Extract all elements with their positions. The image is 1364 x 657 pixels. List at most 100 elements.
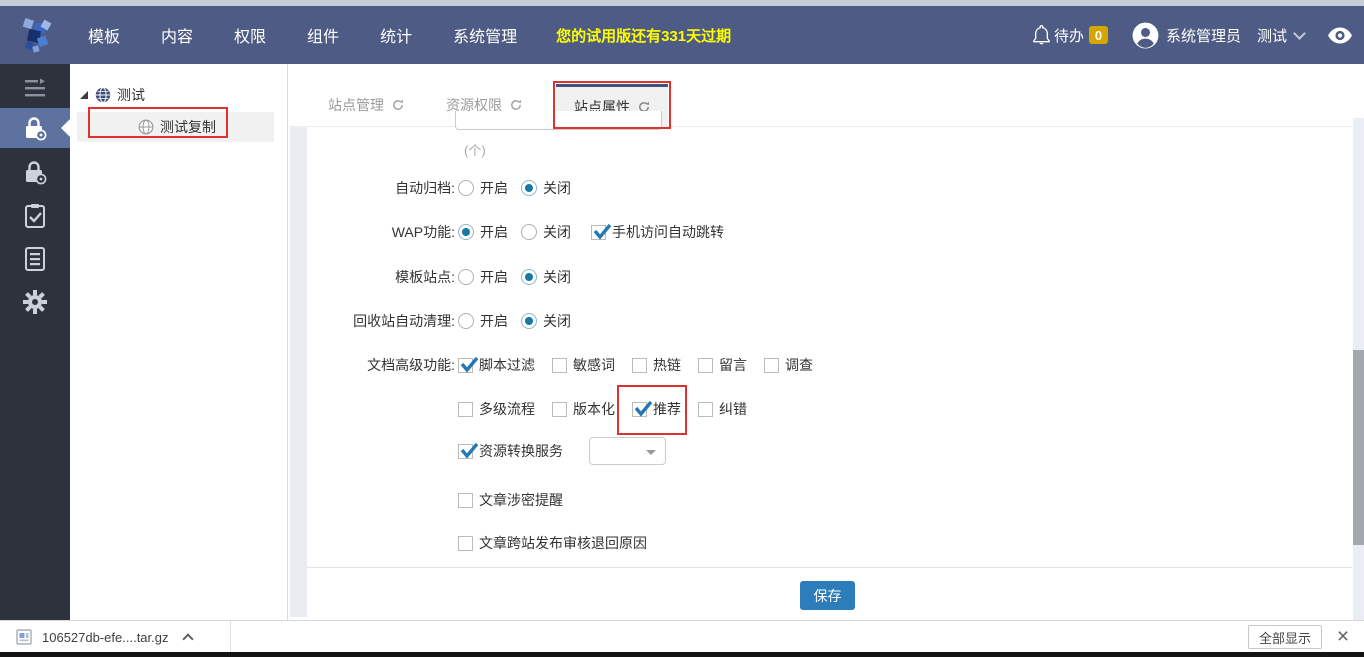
checkbox-icon[interactable]: [458, 535, 473, 551]
radio-icon[interactable]: [458, 180, 474, 196]
checkbox-mobile-jump[interactable]: 手机访问自动跳转: [591, 222, 724, 242]
radio-icon[interactable]: [458, 224, 474, 240]
checkbox-icon[interactable]: [552, 357, 567, 373]
sidebar-item-site-permission[interactable]: [0, 108, 70, 148]
tree-expander-icon[interactable]: [80, 91, 88, 99]
menu-item-statistics[interactable]: 统计: [380, 23, 412, 47]
radio-icon[interactable]: [458, 313, 474, 329]
checkbox-error-correction[interactable]: 纠错: [698, 399, 747, 419]
checkbox-icon[interactable]: [552, 401, 567, 417]
show-all-downloads-button[interactable]: 全部显示: [1248, 625, 1322, 649]
icon-sidebar: [0, 64, 70, 620]
checkbox-icon[interactable]: [632, 400, 653, 417]
todo-count-badge[interactable]: 0: [1088, 26, 1108, 44]
refresh-icon[interactable]: [392, 99, 404, 111]
checkbox-recommend[interactable]: 推荐: [617, 385, 687, 435]
tab-bar: 站点管理 资源权限 站点属性: [288, 81, 1352, 129]
radio-option-off[interactable]: 关闭: [521, 178, 571, 198]
globe-icon-dark: [95, 87, 111, 103]
checkbox-cross-site-reason[interactable]: 文章跨站发布审核退回原因: [458, 533, 647, 553]
checkbox-multilevel-flow[interactable]: 多级流程: [458, 399, 535, 419]
checkbox-icon[interactable]: [458, 442, 479, 459]
checkbox-icon[interactable]: [458, 492, 473, 508]
radio-option-on[interactable]: 开启: [458, 178, 508, 198]
scrollbar-thumb[interactable]: [1353, 350, 1364, 545]
navbar-right-cluster: 待办 0 系统管理员 测试: [1033, 22, 1352, 49]
download-bar: 106527db-efe....tar.gz 全部显示 ×: [0, 620, 1364, 652]
site-tree-panel: 测试 测试复制: [70, 64, 288, 620]
resource-convert-select[interactable]: [589, 437, 666, 465]
radio-option-off[interactable]: 关闭: [521, 267, 571, 287]
form-row-resource-convert: 资源转换服务: [288, 436, 1328, 466]
menu-item-template[interactable]: 模板: [88, 23, 120, 47]
field-label: 文档高级功能:: [367, 357, 455, 373]
radio-icon[interactable]: [521, 180, 537, 196]
sidebar-item-audit[interactable]: [0, 196, 70, 236]
site-field-input-partial[interactable]: [455, 111, 662, 130]
sidebar-item-resource-permission[interactable]: [0, 152, 70, 192]
download-filename: 106527db-efe....tar.gz: [42, 629, 169, 645]
menu-item-content[interactable]: 内容: [161, 23, 193, 47]
menu-item-permission[interactable]: 权限: [234, 23, 266, 47]
close-download-bar-icon[interactable]: ×: [1330, 622, 1356, 651]
taskbar-edge-strip: [0, 652, 1364, 657]
checkbox-icon[interactable]: [591, 223, 612, 240]
preview-eye-icon[interactable]: [1328, 27, 1352, 44]
checkbox-survey[interactable]: 调查: [764, 355, 813, 375]
sidebar-item-collapse[interactable]: [0, 68, 70, 108]
field-label: WAP功能:: [391, 224, 455, 240]
globe-icon-gray: [138, 119, 154, 135]
checkbox-sensitive-words[interactable]: 敏感词: [552, 355, 615, 375]
site-switcher[interactable]: 测试: [1256, 25, 1306, 46]
checkbox-message[interactable]: 留言: [698, 355, 747, 375]
form-row-template-site: 模板站点: 开启 关闭: [288, 266, 1328, 288]
checkbox-icon[interactable]: [458, 356, 479, 373]
bell-icon[interactable]: [1033, 25, 1050, 45]
radio-option-on[interactable]: 开启: [458, 311, 508, 331]
field-label: 回收站自动清理:: [353, 313, 455, 329]
caret-down-icon: [646, 450, 656, 455]
checkbox-secrecy-alert[interactable]: 文章涉密提醒: [458, 490, 563, 510]
checkbox-icon[interactable]: [458, 401, 473, 417]
tab-site-management[interactable]: 站点管理: [320, 84, 412, 126]
current-site-name: 测试: [1256, 27, 1287, 45]
tree-node-child-selected[interactable]: 测试复制: [77, 112, 274, 142]
chevron-down-icon: [1293, 26, 1306, 40]
radio-icon[interactable]: [458, 269, 474, 285]
sidebar-item-settings[interactable]: [0, 282, 70, 322]
menu-item-component[interactable]: 组件: [307, 23, 339, 47]
user-name: 系统管理员: [1165, 27, 1241, 45]
tree-node-root[interactable]: 测试: [80, 84, 145, 106]
download-item[interactable]: 106527db-efe....tar.gz: [16, 621, 195, 653]
checkbox-script-filter[interactable]: 脚本过滤: [458, 355, 535, 375]
tab-label: 站点管理: [328, 97, 384, 113]
unit-hint: (个): [464, 143, 486, 158]
checkbox-icon[interactable]: [764, 357, 779, 373]
radio-icon[interactable]: [521, 313, 537, 329]
refresh-icon[interactable]: [510, 99, 522, 111]
checkbox-icon[interactable]: [632, 357, 647, 373]
app-logo-icon: [22, 17, 52, 53]
checkbox-versioning[interactable]: 版本化: [552, 399, 615, 419]
menu-item-system[interactable]: 系统管理: [453, 23, 517, 47]
main-menu: 模板 内容 权限 组件 统计 系统管理: [88, 23, 517, 47]
checkbox-icon[interactable]: [698, 401, 713, 417]
lock-gear-icon-secondary: [26, 161, 47, 185]
radio-option-off[interactable]: 关闭: [521, 311, 571, 331]
user-avatar-icon[interactable]: [1132, 22, 1159, 49]
form-row-cross-site-reason: 文章跨站发布审核退回原因: [288, 532, 1328, 554]
radio-option-off[interactable]: 关闭: [521, 222, 571, 242]
sidebar-item-forms[interactable]: [0, 239, 70, 279]
radio-option-on[interactable]: 开启: [458, 222, 508, 242]
save-button[interactable]: 保存: [800, 581, 855, 610]
tree-child-label: 测试复制: [160, 119, 216, 135]
field-label: 模板站点:: [395, 269, 455, 285]
checkbox-hotlink[interactable]: 热链: [632, 355, 681, 375]
radio-option-on[interactable]: 开启: [458, 267, 508, 287]
radio-icon[interactable]: [521, 224, 537, 240]
checkbox-icon[interactable]: [698, 357, 713, 373]
chevron-up-icon[interactable]: [182, 633, 195, 645]
radio-icon[interactable]: [521, 269, 537, 285]
todo-label[interactable]: 待办: [1054, 25, 1084, 46]
checkbox-resource-convert[interactable]: 资源转换服务: [458, 441, 563, 461]
